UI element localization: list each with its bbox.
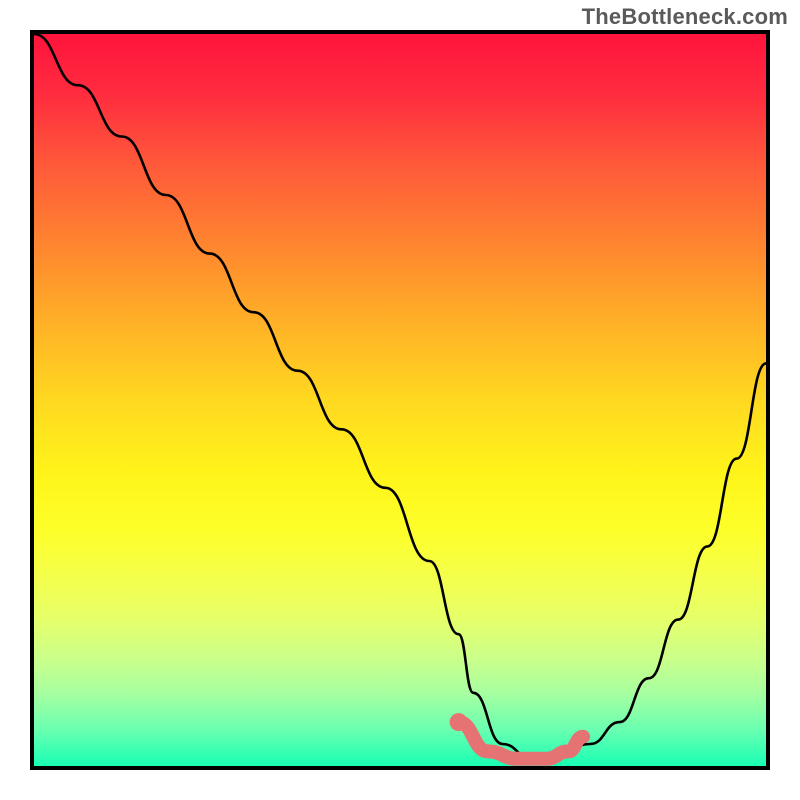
watermark-label: TheBottleneck.com bbox=[582, 4, 788, 30]
curve-overlay bbox=[34, 34, 766, 766]
valley-curve-path bbox=[34, 34, 766, 759]
highlight-start-dot bbox=[450, 713, 468, 731]
plot-frame bbox=[30, 30, 770, 770]
highlight-segment-path bbox=[459, 722, 583, 759]
chart-root: TheBottleneck.com bbox=[0, 0, 800, 800]
